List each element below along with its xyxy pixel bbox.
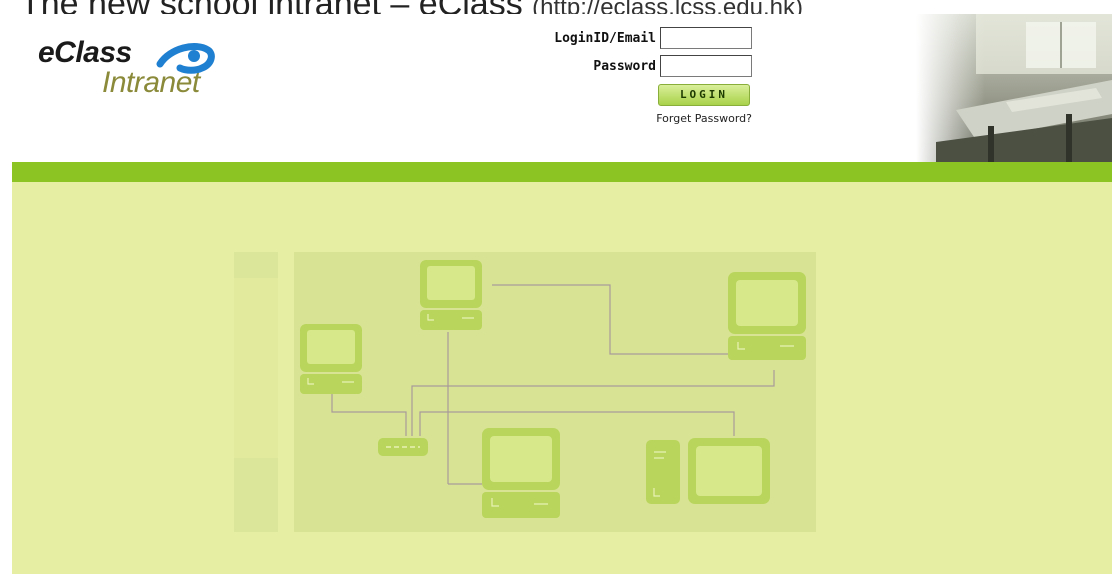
forgot-password-link[interactable]: Forget Password? <box>656 112 752 125</box>
accent-bar <box>12 162 1112 182</box>
login-id-label: LoginID/Email <box>554 30 656 46</box>
login-button[interactable]: LOGIN <box>658 84 750 106</box>
main-panel <box>12 182 1112 574</box>
classroom-photo <box>916 14 1112 162</box>
password-input[interactable] <box>660 55 752 77</box>
password-label: Password <box>593 58 656 74</box>
network-diagram-icon <box>234 252 816 532</box>
login-form: LoginID/Email Password LOGIN Forget Pass… <box>492 22 752 132</box>
password-row: Password <box>593 54 752 78</box>
login-id-row: LoginID/Email <box>554 26 752 50</box>
swoosh-icon <box>156 43 215 74</box>
header: eClass Intranet LoginID/Email Password L… <box>12 14 1112 162</box>
logo-text-eclass: eClass <box>38 36 132 69</box>
login-id-input[interactable] <box>660 27 752 49</box>
eclass-logo[interactable]: eClass Intranet <box>38 36 238 116</box>
